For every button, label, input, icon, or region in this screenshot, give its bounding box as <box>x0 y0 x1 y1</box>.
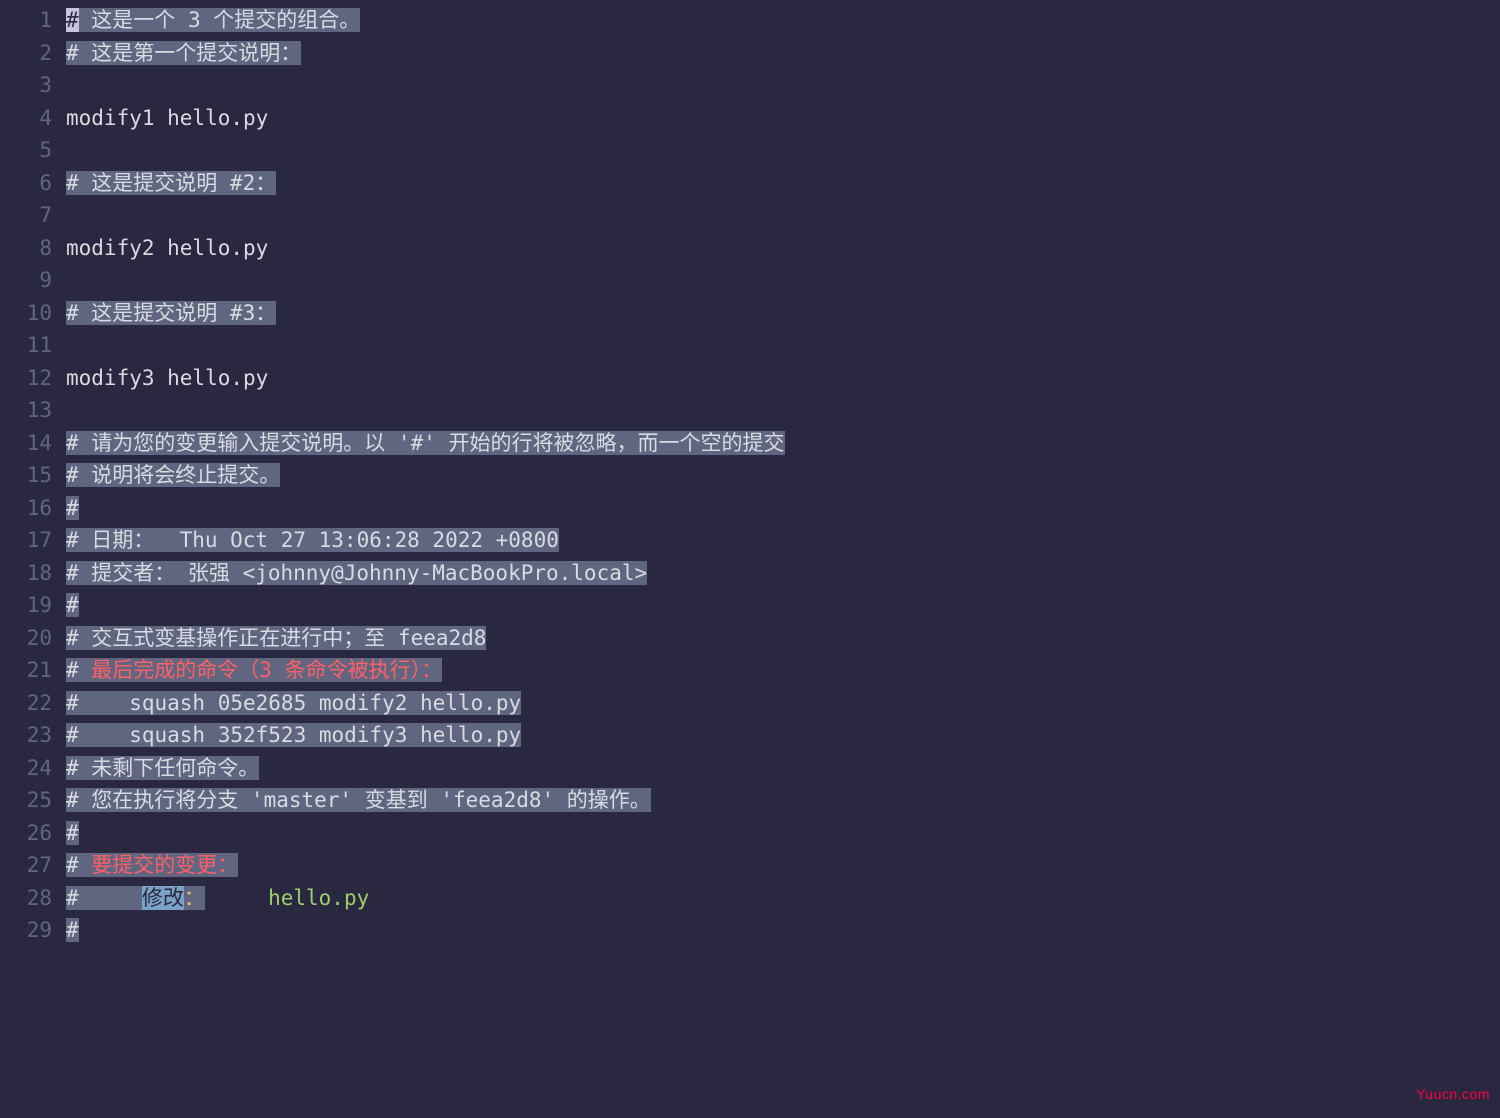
code-line[interactable] <box>66 394 785 427</box>
code-segment: # 您在执行将分支 'master' 变基到 'feea2d8' 的操作。 <box>66 788 651 812</box>
code-line[interactable]: modify1 hello.py <box>66 102 785 135</box>
line-number: 2 <box>0 37 56 70</box>
line-number: 27 <box>0 849 56 882</box>
line-number: 14 <box>0 427 56 460</box>
code-segment: # 请为您的变更输入提交说明。以 '#' 开始的行将被忽略，而一个空的提交 <box>66 431 785 455</box>
line-number: 1 <box>0 4 56 37</box>
code-line[interactable]: # 这是一个 3 个提交的组合。 <box>66 4 785 37</box>
line-number: 22 <box>0 687 56 720</box>
code-line[interactable] <box>66 264 785 297</box>
code-segment: # 交互式变基操作正在进行中；至 feea2d8 <box>66 626 486 650</box>
code-line[interactable]: # 这是提交说明 #3： <box>66 297 785 330</box>
line-number: 21 <box>0 654 56 687</box>
code-editor[interactable]: 1234567891011121314151617181920212223242… <box>0 0 1500 947</box>
code-line[interactable]: # <box>66 817 785 850</box>
code-segment: modify3 hello.py <box>66 366 268 390</box>
code-segment: modify1 hello.py <box>66 106 268 130</box>
line-number: 16 <box>0 492 56 525</box>
code-line[interactable]: # <box>66 914 785 947</box>
code-line[interactable]: # 交互式变基操作正在进行中；至 feea2d8 <box>66 622 785 655</box>
line-number: 29 <box>0 914 56 947</box>
code-segment: hello.py <box>268 886 369 910</box>
line-number: 12 <box>0 362 56 395</box>
code-line[interactable]: modify2 hello.py <box>66 232 785 265</box>
code-line[interactable]: # squash 05e2685 modify2 hello.py <box>66 687 785 720</box>
line-number: 13 <box>0 394 56 427</box>
line-number: 3 <box>0 69 56 102</box>
line-number: 25 <box>0 784 56 817</box>
code-segment: modify2 hello.py <box>66 236 268 260</box>
line-number: 10 <box>0 297 56 330</box>
line-number: 24 <box>0 752 56 785</box>
code-segment: # <box>66 886 79 910</box>
code-line[interactable]: # 日期： Thu Oct 27 13:06:28 2022 +0800 <box>66 524 785 557</box>
code-segment: ： <box>184 886 205 910</box>
code-line[interactable]: # 这是第一个提交说明： <box>66 37 785 70</box>
code-line[interactable]: # 提交者： 张强 <johnny@Johnny-MacBookPro.loca… <box>66 557 785 590</box>
line-number: 19 <box>0 589 56 622</box>
line-number: 15 <box>0 459 56 492</box>
code-segment: # <box>66 853 91 877</box>
code-line[interactable] <box>66 199 785 232</box>
line-number: 23 <box>0 719 56 752</box>
code-segment: # <box>66 918 79 942</box>
code-line[interactable]: modify3 hello.py <box>66 362 785 395</box>
line-number: 8 <box>0 232 56 265</box>
code-segment: # <box>66 593 79 617</box>
code-line[interactable] <box>66 69 785 102</box>
watermark: Yuucn.com <box>1416 1078 1490 1111</box>
code-line[interactable]: # <box>66 492 785 525</box>
code-segment <box>205 886 268 910</box>
line-number: 5 <box>0 134 56 167</box>
code-line[interactable] <box>66 329 785 362</box>
code-line[interactable]: # 您在执行将分支 'master' 变基到 'feea2d8' 的操作。 <box>66 784 785 817</box>
code-line[interactable]: # 最后完成的命令（3 条命令被执行）： <box>66 654 785 687</box>
code-segment: # squash 05e2685 modify2 hello.py <box>66 691 521 715</box>
code-line[interactable]: # 要提交的变更： <box>66 849 785 882</box>
line-number: 20 <box>0 622 56 655</box>
code-segment: # <box>66 8 79 32</box>
code-line[interactable]: # 修改： hello.py <box>66 882 785 915</box>
code-segment: # 日期： Thu Oct 27 13:06:28 2022 +0800 <box>66 528 559 552</box>
code-segment: # 未剩下任何命令。 <box>66 756 259 780</box>
code-segment: 最后完成的命令（3 条命令被执行）： <box>91 658 442 682</box>
line-number: 7 <box>0 199 56 232</box>
code-line[interactable]: # <box>66 589 785 622</box>
line-number: 4 <box>0 102 56 135</box>
code-segment: # <box>66 821 79 845</box>
code-segment: # 这是提交说明 #3： <box>66 301 276 325</box>
code-segment: 这是一个 3 个提交的组合。 <box>79 8 361 32</box>
code-segment: # <box>66 496 79 520</box>
line-number: 9 <box>0 264 56 297</box>
code-segment: # 这是第一个提交说明： <box>66 41 301 65</box>
code-segment <box>79 886 142 910</box>
code-segment: # <box>66 658 91 682</box>
code-line[interactable]: # 未剩下任何命令。 <box>66 752 785 785</box>
line-number: 18 <box>0 557 56 590</box>
line-number: 11 <box>0 329 56 362</box>
line-number-gutter: 1234567891011121314151617181920212223242… <box>0 4 60 947</box>
code-line[interactable]: # 说明将会终止提交。 <box>66 459 785 492</box>
line-number: 28 <box>0 882 56 915</box>
code-line[interactable]: # 这是提交说明 #2： <box>66 167 785 200</box>
code-line[interactable]: # 请为您的变更输入提交说明。以 '#' 开始的行将被忽略，而一个空的提交 <box>66 427 785 460</box>
code-segment: # 说明将会终止提交。 <box>66 463 280 487</box>
code-line[interactable]: # squash 352f523 modify3 hello.py <box>66 719 785 752</box>
code-segment: 修改 <box>142 886 184 910</box>
line-number: 6 <box>0 167 56 200</box>
code-segment: # 提交者： 张强 <johnny@Johnny-MacBookPro.loca… <box>66 561 647 585</box>
code-line[interactable] <box>66 134 785 167</box>
code-segment: 要提交的变更： <box>91 853 238 877</box>
code-segment: # squash 352f523 modify3 hello.py <box>66 723 521 747</box>
code-area[interactable]: # 这是一个 3 个提交的组合。 # 这是第一个提交说明： modify1 hell… <box>60 4 785 947</box>
code-segment: # 这是提交说明 #2： <box>66 171 276 195</box>
line-number: 17 <box>0 524 56 557</box>
line-number: 26 <box>0 817 56 850</box>
